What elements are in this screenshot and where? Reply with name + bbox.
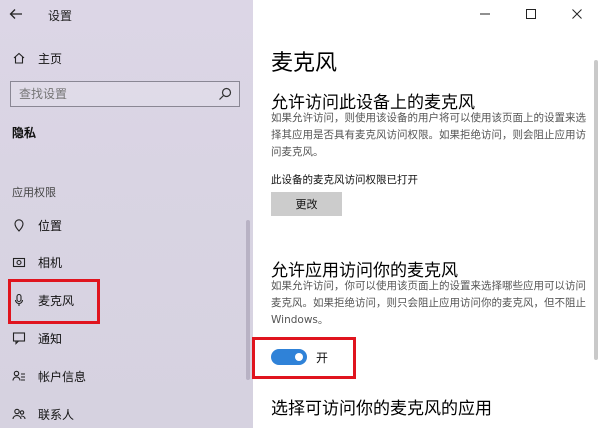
sidebar-item-account-info[interactable]: 帐户信息 [0, 358, 245, 394]
access-status-text: 此设备的麦克风访问权限已打开 [271, 174, 418, 186]
back-arrow-icon[interactable] [8, 6, 28, 24]
sidebar-item-home[interactable]: 主页 [0, 40, 245, 76]
highlight-box-toggle [252, 337, 356, 379]
sidebar-item-camera[interactable]: 相机 [0, 244, 245, 280]
group-label: 应用权限 [12, 186, 56, 199]
notification-icon [12, 331, 26, 345]
sidebar-item-label: 相机 [38, 255, 63, 270]
search-box[interactable] [10, 81, 240, 107]
location-icon [12, 218, 26, 232]
close-icon[interactable] [554, 0, 600, 28]
sidebar-item-location[interactable]: 位置 [0, 207, 245, 243]
window-controls [462, 0, 600, 28]
change-button[interactable]: 更改 [271, 192, 342, 216]
highlight-box-microphone [8, 279, 100, 324]
search-icon[interactable] [217, 86, 233, 102]
main-scrollbar[interactable] [594, 60, 598, 360]
page-title: 麦克风 [271, 51, 338, 76]
section-description: 如果允许访问，则使用该设备的用户将可以使用该页面上的设置来选择其应用是否具有麦克… [271, 112, 586, 158]
sidebar: 设置 主页 隐私 应用权限 位置 相机 麦克风 通知 [0, 0, 253, 428]
app-title: 设置 [48, 9, 73, 23]
section-description: 如果允许访问，你可以使用该页面上的设置来选择哪些应用可以访问麦克风。如果拒绝访问… [271, 280, 586, 326]
maximize-icon[interactable] [508, 0, 554, 28]
camera-icon [12, 255, 26, 269]
sidebar-item-label: 主页 [38, 51, 63, 66]
contacts-icon [12, 407, 26, 421]
section-heading: 隐私 [12, 126, 37, 140]
sidebar-item-notifications[interactable]: 通知 [0, 320, 245, 356]
sidebar-scrollbar[interactable] [246, 220, 250, 380]
sidebar-item-contacts[interactable]: 联系人 [0, 396, 245, 428]
sidebar-item-label: 联系人 [38, 407, 75, 422]
minimize-icon[interactable] [462, 0, 508, 28]
sidebar-item-label: 帐户信息 [38, 369, 87, 384]
account-info-icon [12, 369, 26, 383]
section-heading: 选择可访问你的麦克风的应用 [271, 399, 492, 419]
sidebar-item-label: 位置 [38, 218, 63, 233]
sidebar-item-label: 通知 [38, 331, 63, 346]
titlebar-left: 设置 [0, 0, 253, 30]
home-icon [12, 51, 26, 65]
search-input[interactable] [11, 82, 211, 106]
